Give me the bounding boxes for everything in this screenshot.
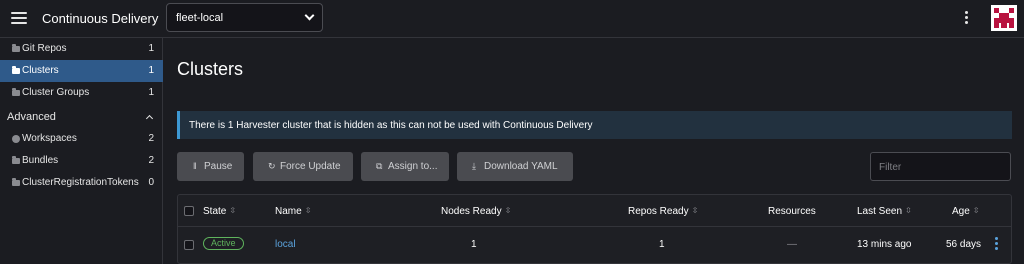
info-banner-text: There is 1 Harvester cluster that is hid…	[189, 120, 593, 131]
filter-placeholder: Filter	[879, 162, 902, 173]
folder-icon	[12, 66, 20, 74]
sidebar-item-count: 1	[148, 65, 154, 76]
clusters-table: State ⇳ Name ⇳ Nodes Ready ⇳ Repos Ready ⇳ R…	[177, 194, 1012, 264]
pause-icon: ‖	[193, 161, 197, 171]
info-banner: There is 1 Harvester cluster that is hid…	[177, 111, 1012, 139]
assign-to-button[interactable]: ⧉ Assign to...	[361, 152, 449, 181]
sidebar-item-label: Workspaces	[22, 133, 77, 144]
last-seen-value: 13 mins ago	[857, 239, 912, 250]
folder-icon	[12, 178, 20, 186]
column-header-state[interactable]: State ⇳	[203, 206, 236, 217]
sidebar-item-clusters[interactable]: Clusters 1	[0, 60, 163, 82]
sidebar-item-count: 0	[148, 177, 154, 188]
sort-icon: ⇳	[229, 206, 237, 215]
sidebar-item-cluster-registration-tokens[interactable]: ClusterRegistrationTokens 0	[0, 172, 163, 194]
sidebar-item-count: 1	[148, 87, 154, 98]
workspace-select[interactable]: fleet-local	[166, 3, 323, 32]
column-header-repos-ready[interactable]: Repos Ready ⇳	[628, 206, 698, 217]
download-yaml-button-label: Download YAML	[484, 161, 558, 172]
cluster-name-link[interactable]: local	[275, 239, 296, 250]
sidebar-item-count: 2	[148, 133, 154, 144]
download-icon: ⤓	[472, 161, 476, 171]
user-avatar[interactable]	[991, 5, 1017, 31]
sidebar-item-count: 2	[148, 155, 154, 166]
app-title: Continuous Delivery	[42, 11, 159, 26]
sort-icon: ⇳	[905, 206, 912, 215]
row-actions-icon[interactable]	[993, 237, 999, 251]
more-options-icon[interactable]	[962, 11, 970, 27]
globe-icon	[12, 135, 20, 143]
column-header-nodes-ready[interactable]: Nodes Ready ⇳	[441, 206, 511, 217]
folder-icon	[12, 44, 20, 52]
sidebar-item-count: 1	[148, 43, 154, 54]
pause-button[interactable]: ‖ Pause	[177, 152, 244, 181]
sidebar-item-git-repos[interactable]: Git Repos 1	[0, 38, 163, 60]
download-yaml-button[interactable]: ⤓ Download YAML	[457, 152, 573, 181]
refresh-icon: ↻	[268, 161, 276, 171]
chevron-down-icon	[304, 10, 315, 21]
force-update-button-label: Force Update	[280, 161, 341, 172]
pause-button-label: Pause	[204, 161, 233, 172]
page-title: Clusters	[177, 59, 244, 79]
table-row: Active local 1 1 — 13 mins ago 56 days	[178, 228, 1011, 264]
age-value: 56 days	[946, 239, 982, 250]
sort-icon: ⇳	[304, 206, 312, 215]
nodes-ready-value: 1	[471, 239, 477, 250]
column-header-resources: Resources	[768, 206, 816, 217]
chevron-up-icon	[145, 114, 154, 123]
sidebar-item-label: Bundles	[22, 155, 59, 166]
column-header-age[interactable]: Age ⇳	[952, 206, 980, 217]
column-header-last-seen[interactable]: Last Seen ⇳	[857, 206, 912, 217]
row-checkbox[interactable]	[184, 240, 194, 250]
table-header: State ⇳ Name ⇳ Nodes Ready ⇳ Repos Ready ⇳ R…	[178, 195, 1011, 227]
hamburger-menu-icon[interactable]	[11, 12, 27, 24]
status-badge: Active	[203, 237, 244, 250]
top-header: Continuous Delivery fleet-local	[0, 0, 1024, 38]
sidebar-item-label: Clusters	[22, 65, 59, 76]
force-update-button[interactable]: ↻ Force Update	[253, 152, 353, 181]
avatar-pattern-icon	[991, 5, 1017, 31]
sidebar-item-label: ClusterRegistrationTokens	[22, 177, 139, 188]
sort-icon: ⇳	[691, 206, 699, 215]
sidebar-item-cluster-groups[interactable]: Cluster Groups 1	[0, 82, 163, 104]
sidebar-item-label: Cluster Groups	[22, 87, 90, 98]
sort-icon: ⇳	[972, 206, 980, 215]
select-all-checkbox[interactable]	[184, 206, 194, 216]
folder-icon	[12, 88, 20, 96]
sidebar-item-bundles[interactable]: Bundles 2	[0, 150, 163, 172]
sidebar-group-label: Advanced	[7, 111, 56, 123]
sidebar-item-workspaces[interactable]: Workspaces 2	[0, 128, 163, 150]
copy-icon: ⧉	[376, 161, 383, 171]
sidebar: Git Repos 1 Clusters 1 Cluster Groups 1 …	[0, 38, 163, 264]
sidebar-group-advanced[interactable]: Advanced	[0, 106, 163, 128]
resources-value: —	[787, 239, 797, 250]
column-header-name[interactable]: Name ⇳	[275, 206, 311, 217]
sidebar-item-label: Git Repos	[22, 43, 67, 54]
assign-to-button-label: Assign to...	[388, 161, 438, 172]
repos-ready-value: 1	[659, 239, 665, 250]
sort-icon: ⇳	[504, 206, 512, 215]
workspace-select-value: fleet-local	[176, 12, 224, 24]
folder-icon	[12, 156, 20, 164]
filter-input[interactable]: Filter	[870, 152, 1011, 181]
